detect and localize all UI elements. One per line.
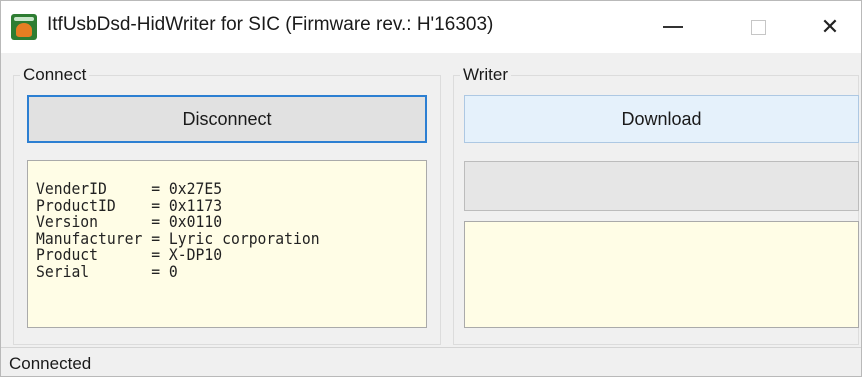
status-bar: Connected	[1, 347, 861, 376]
app-window: ItfUsbDsd-HidWriter for SIC (Firmware re…	[0, 0, 862, 377]
window-title: ItfUsbDsd-HidWriter for SIC (Firmware re…	[47, 14, 494, 35]
close-button[interactable]: ✕	[801, 7, 859, 47]
device-info-box: VenderID = 0x27E5 ProductID = 0x1173 Ver…	[27, 160, 427, 328]
minimize-button[interactable]	[644, 7, 702, 47]
writer-group: Writer Download	[453, 65, 859, 345]
maximize-icon	[750, 19, 766, 35]
connect-group-label: Connect	[20, 65, 90, 85]
writer-group-label: Writer	[460, 65, 512, 85]
connect-group: Connect Disconnect VenderID = 0x27E5 Pro…	[13, 65, 441, 345]
title-bar[interactable]: ItfUsbDsd-HidWriter for SIC (Firmware re…	[1, 1, 861, 53]
maximize-button[interactable]	[729, 7, 787, 47]
app-icon	[11, 14, 37, 40]
disconnect-button[interactable]: Disconnect	[27, 95, 427, 143]
minimize-icon	[663, 26, 683, 28]
device-info-line: Serial = 0	[36, 261, 178, 281]
status-text: Connected	[9, 354, 92, 373]
download-progress-bar	[464, 161, 859, 211]
download-button[interactable]: Download	[464, 95, 859, 143]
writer-log-box	[464, 221, 859, 328]
close-icon: ✕	[820, 14, 840, 39]
